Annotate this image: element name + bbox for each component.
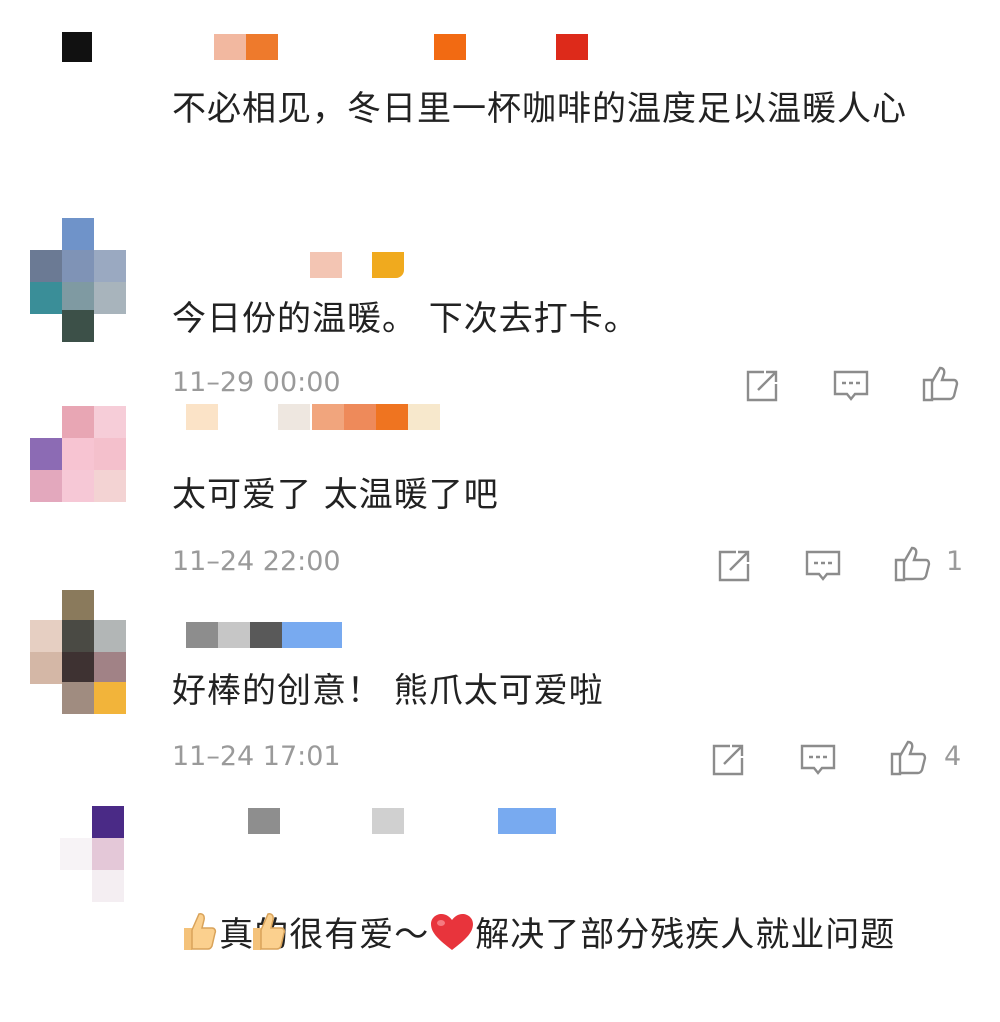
like-button[interactable] [892,544,932,584]
heart-emoji-icon [431,914,474,950]
reply-button[interactable] [798,740,838,780]
share-icon [718,550,750,582]
like-button[interactable] [920,364,960,404]
comment-icon [805,550,841,581]
comment-icon [800,744,836,775]
share-button[interactable] [714,546,754,586]
comment-text: 真的很有爱～ 解决了部分残疾人就业问题 [172,848,972,1022]
avatar[interactable] [30,28,126,124]
avatar[interactable] [30,218,126,342]
like-icon [894,546,931,582]
like-icon [922,366,959,402]
share-button[interactable] [708,740,748,780]
thumbs-up-emojis [176,906,289,963]
username-blurred[interactable] [172,252,412,278]
comment-timestamp: 11–24 22:00 [172,546,341,577]
share-icon [712,744,744,776]
comment-text: 太可爱了 太温暖了吧 [172,475,499,515]
comment-timestamp: 11–24 17:01 [172,741,341,772]
username-blurred[interactable] [172,34,592,60]
comment-timestamp: 11–29 00:00 [172,367,341,398]
comment-icon [833,370,869,401]
avatar[interactable] [30,804,126,902]
like-icon [890,740,927,776]
username-blurred[interactable] [172,404,452,430]
like-button[interactable] [888,738,928,778]
reply-button[interactable] [831,366,871,406]
comment-text: 不必相见，冬日里一杯咖啡的温度足以温暖人心 [172,89,907,129]
like-count: 4 [944,741,962,772]
share-icon [746,370,778,402]
username-blurred[interactable] [172,622,372,648]
comment-text: 今日份的温暖。 下次去打卡。 [172,299,639,339]
avatar[interactable] [30,404,126,502]
share-button[interactable] [742,366,782,406]
avatar[interactable] [30,590,126,714]
comment-text: 好棒的创意！ 熊爪太可爱啦 [172,671,604,711]
like-count: 1 [946,546,964,577]
reply-button[interactable] [803,546,843,586]
thumbs-up-emoji-icon [184,913,217,950]
username-blurred[interactable] [172,808,572,834]
thumbs-up-emoji-icon [252,913,285,950]
comment-text-part: 解决了部分残疾人就业问题 [475,915,896,955]
